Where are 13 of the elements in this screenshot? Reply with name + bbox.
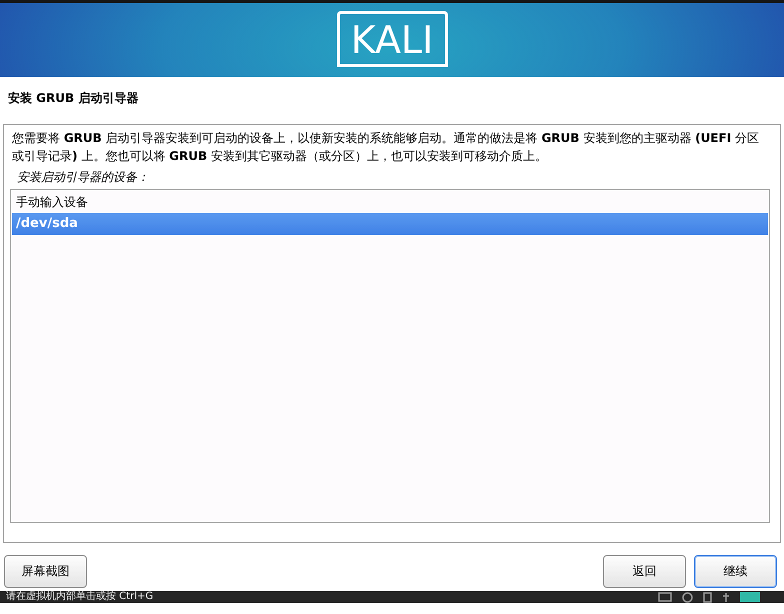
frame-icon[interactable] bbox=[703, 592, 712, 602]
list-label: 安装启动引导器的设备： bbox=[17, 169, 150, 186]
display-icon[interactable] bbox=[658, 592, 672, 602]
device-option[interactable]: 手动输入设备 bbox=[12, 191, 768, 213]
vm-hint-text: 请在虚拟机内部单击或按 Ctrl+G bbox=[6, 591, 154, 603]
action-button[interactable]: 返回 bbox=[603, 555, 686, 588]
disc-icon[interactable] bbox=[682, 592, 693, 602]
description-text: 您需要将 GRUB 启动引导器安装到可启动的设备上，以使新安装的系统能够启动。通常的做法是将 GRUB 安装到您的主驱动器 (UEFI 分区或引导记录) 上。您也可以将 GRUB 安装到其它驱动器（或分区）上，也可以安装到可移动介质上。 bbox=[11, 130, 760, 165]
logo: KALI bbox=[336, 11, 448, 67]
action-button[interactable]: 继续 bbox=[694, 555, 777, 588]
page-title: 安装 GRUB 启动引导器 bbox=[7, 90, 140, 107]
action-button[interactable]: 屏幕截图 bbox=[4, 555, 87, 588]
cross-icon[interactable] bbox=[722, 592, 730, 602]
